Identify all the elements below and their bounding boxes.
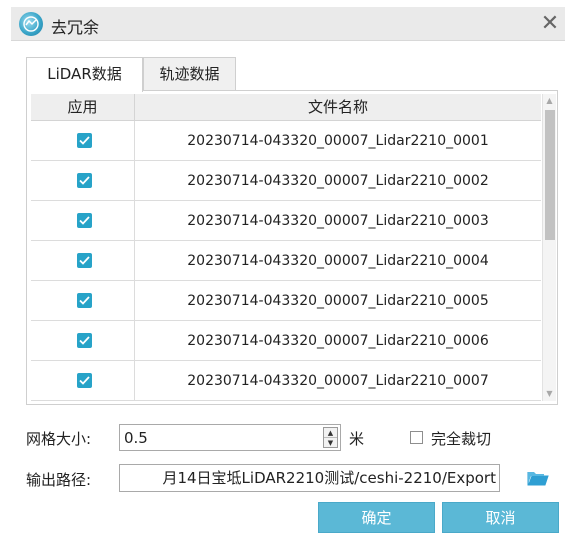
title-bar: 去冗余 ✕ [11, 7, 565, 41]
filename-cell: 20230714-043320_00007_Lidar2210_0004 [187, 253, 489, 269]
column-header-apply[interactable]: 应用 [31, 94, 135, 121]
table-header: 应用 文件名称 [31, 94, 541, 121]
output-path-value: 月14日宝坻LiDAR2210测试/ceshi-2210/Export [162, 469, 496, 487]
table-row[interactable]: 20230714-043320_00007_Lidar2210_0004 [31, 241, 541, 281]
apply-checkbox[interactable] [77, 293, 92, 308]
tab-panel: 应用 文件名称 20230714-043320_00007_Lidar2210_… [26, 90, 558, 405]
dedup-dialog: 去冗余 ✕ LiDAR数据 轨迹数据 应用 文件名称 20230714-0433… [0, 0, 565, 548]
grid-size-stepper[interactable]: ▲ ▼ [119, 424, 341, 451]
stepper-buttons: ▲ ▼ [323, 427, 338, 448]
close-icon[interactable]: ✕ [537, 11, 563, 37]
ok-button[interactable]: 确定 [318, 502, 435, 533]
apply-checkbox[interactable] [77, 133, 92, 148]
apply-cell [31, 161, 135, 201]
grid-size-input[interactable] [124, 425, 314, 450]
scroll-up-arrow-icon[interactable]: ▲ [543, 94, 556, 108]
table-row[interactable]: 20230714-043320_00007_Lidar2210_0007 [31, 361, 541, 401]
file-table: 应用 文件名称 20230714-043320_00007_Lidar2210_… [31, 94, 541, 401]
tab-lidar-data[interactable]: LiDAR数据 [26, 57, 143, 92]
grid-size-unit: 米 [349, 430, 365, 448]
scroll-down-arrow-icon[interactable]: ▼ [543, 387, 556, 401]
filename-cell: 20230714-043320_00007_Lidar2210_0002 [187, 173, 489, 189]
apply-checkbox[interactable] [77, 213, 92, 228]
full-crop-label[interactable]: 完全裁切 [431, 428, 491, 449]
table-row[interactable]: 20230714-043320_00007_Lidar2210_0001 [31, 121, 541, 161]
table-body: 20230714-043320_00007_Lidar2210_0001 202… [31, 121, 541, 401]
cancel-button[interactable]: 取消 [442, 502, 559, 533]
table-row[interactable]: 20230714-043320_00007_Lidar2210_0003 [31, 201, 541, 241]
apply-cell [31, 281, 135, 321]
filename-cell: 20230714-043320_00007_Lidar2210_0007 [187, 373, 489, 389]
apply-cell [31, 361, 135, 401]
table-row[interactable]: 20230714-043320_00007_Lidar2210_0005 [31, 281, 541, 321]
grid-size-label: 网格大小: [26, 430, 92, 448]
apply-cell [31, 121, 135, 161]
tab-trajectory-data[interactable]: 轨迹数据 [143, 57, 236, 91]
folder-icon[interactable] [527, 469, 549, 487]
apply-checkbox[interactable] [77, 373, 92, 388]
window-title: 去冗余 [51, 18, 100, 37]
apply-checkbox[interactable] [77, 173, 92, 188]
output-path-label: 输出路径: [26, 471, 92, 489]
filename-cell: 20230714-043320_00007_Lidar2210_0001 [187, 133, 489, 149]
table-row[interactable]: 20230714-043320_00007_Lidar2210_0002 [31, 161, 541, 201]
increment-arrow-icon[interactable]: ▲ [324, 428, 337, 438]
filename-cell: 20230714-043320_00007_Lidar2210_0005 [187, 293, 489, 309]
apply-cell [31, 321, 135, 361]
column-header-filename[interactable]: 文件名称 [135, 94, 541, 121]
apply-checkbox[interactable] [77, 253, 92, 268]
apply-cell [31, 241, 135, 281]
apply-checkbox[interactable] [77, 333, 92, 348]
app-logo-icon [19, 12, 43, 36]
full-crop-checkbox[interactable] [410, 431, 423, 444]
scrollbar-thumb[interactable] [545, 110, 555, 240]
filename-cell: 20230714-043320_00007_Lidar2210_0006 [187, 333, 489, 349]
filename-cell: 20230714-043320_00007_Lidar2210_0003 [187, 213, 489, 229]
output-path-field[interactable]: 月14日宝坻LiDAR2210测试/ceshi-2210/Export [119, 464, 500, 492]
apply-cell [31, 201, 135, 241]
decrement-arrow-icon[interactable]: ▼ [324, 438, 337, 448]
vertical-scrollbar[interactable]: ▲ ▼ [542, 94, 556, 401]
table-row[interactable]: 20230714-043320_00007_Lidar2210_0006 [31, 321, 541, 361]
